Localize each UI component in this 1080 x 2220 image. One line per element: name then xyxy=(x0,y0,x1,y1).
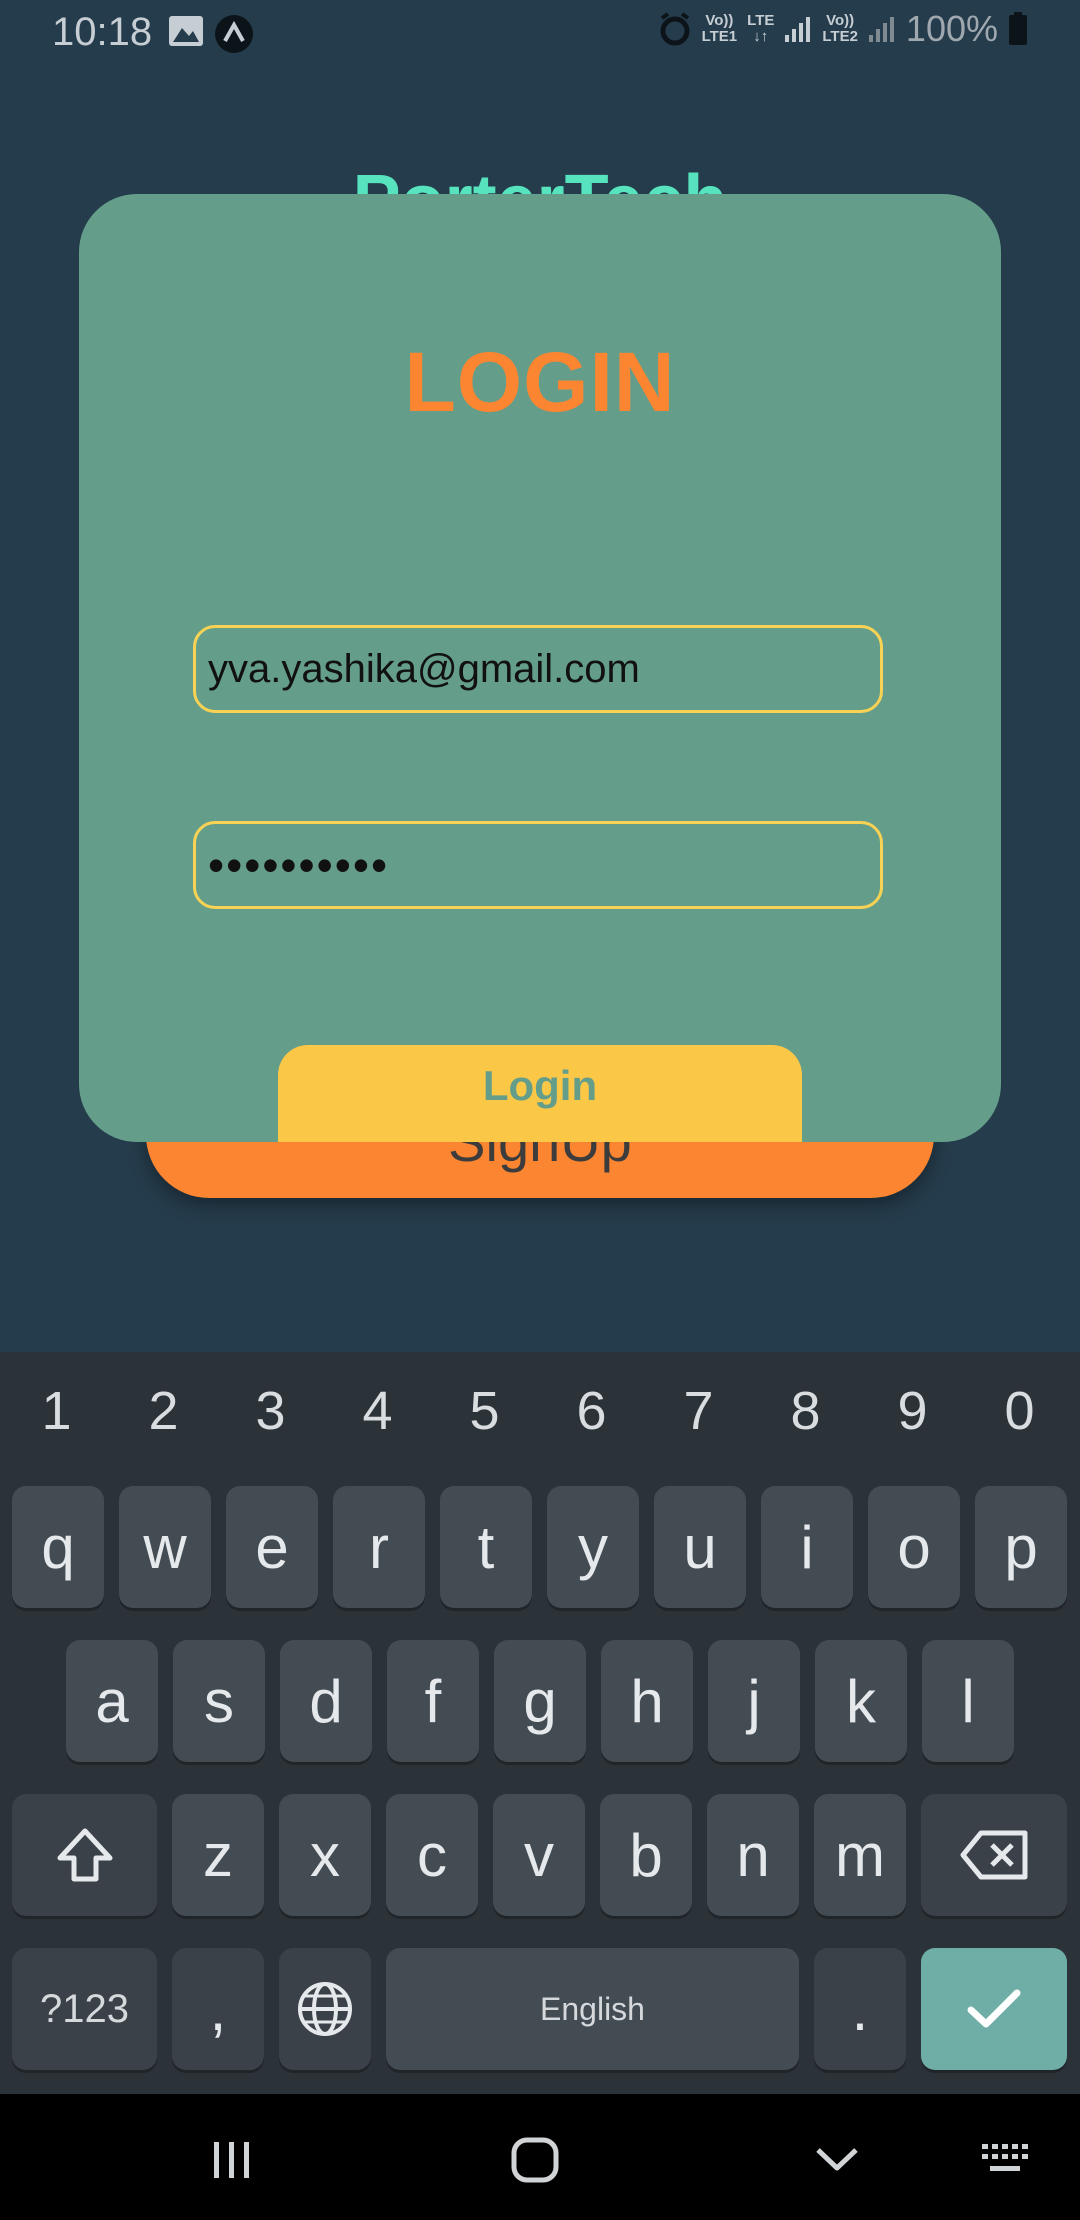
shift-icon xyxy=(57,1828,112,1882)
letter-key[interactable]: k xyxy=(815,1640,907,1762)
number-key[interactable]: 5 xyxy=(431,1380,538,1442)
letter-key[interactable]: q xyxy=(12,1486,104,1608)
email-field[interactable] xyxy=(193,625,883,713)
navigation-bar xyxy=(0,2094,1080,2220)
letter-key[interactable]: z xyxy=(172,1794,264,1916)
alarm-icon xyxy=(660,12,690,46)
letter-key[interactable]: c xyxy=(386,1794,478,1916)
number-key[interactable]: 4 xyxy=(324,1380,431,1442)
soft-keyboard: ?123 , English . 1234567890 qwertyuiop asd… xyxy=(0,1352,1080,2094)
status-time: 10:18 xyxy=(52,10,153,54)
number-key[interactable]: 1 xyxy=(3,1380,110,1442)
letter-key[interactable]: u xyxy=(654,1486,746,1608)
login-heading: LOGIN xyxy=(404,335,676,429)
letter-key[interactable]: o xyxy=(868,1486,960,1608)
status-right-group: Vo)) LTE1 LTE ↓↑ Vo)) LTE2 100% xyxy=(658,8,1028,50)
number-key[interactable]: 3 xyxy=(217,1380,324,1442)
letter-key[interactable]: w xyxy=(119,1486,211,1608)
signal-icon xyxy=(868,17,894,42)
home-icon[interactable] xyxy=(510,2136,560,2184)
letter-key[interactable]: j xyxy=(708,1640,800,1762)
number-key[interactable]: 9 xyxy=(859,1380,966,1442)
letter-key[interactable]: s xyxy=(173,1640,265,1762)
letter-key[interactable]: g xyxy=(494,1640,586,1762)
letter-key[interactable]: p xyxy=(975,1486,1067,1608)
gallery-icon xyxy=(169,16,203,46)
login-button[interactable]: Login xyxy=(278,1045,802,1142)
number-key[interactable]: 8 xyxy=(752,1380,859,1442)
space-key[interactable]: English xyxy=(386,1948,799,2070)
letter-key[interactable]: x xyxy=(279,1794,371,1916)
period-key[interactable]: . xyxy=(814,1948,906,2070)
data-label: LTE ↓↑ xyxy=(747,12,775,45)
language-key[interactable] xyxy=(279,1948,371,2070)
sim1-label: Vo)) LTE1 xyxy=(701,12,738,45)
symbols-key[interactable]: ?123 xyxy=(12,1948,157,2070)
letter-key[interactable]: f xyxy=(387,1640,479,1762)
letter-key[interactable]: m xyxy=(814,1794,906,1916)
status-bar: 10:18 Vo)) LTE1 LTE ↓↑ Vo)) LTE2 100% xyxy=(0,0,1080,66)
letter-key[interactable]: i xyxy=(761,1486,853,1608)
globe-icon xyxy=(298,1982,352,2036)
backspace-key[interactable] xyxy=(921,1794,1067,1916)
letter-key[interactable]: d xyxy=(280,1640,372,1762)
number-key[interactable]: 2 xyxy=(110,1380,217,1442)
letter-key[interactable]: y xyxy=(547,1486,639,1608)
number-key[interactable]: 6 xyxy=(538,1380,645,1442)
battery-icon xyxy=(1009,12,1027,45)
sim2-label: Vo)) LTE2 xyxy=(822,12,858,45)
letter-key[interactable]: v xyxy=(493,1794,585,1916)
shift-key[interactable] xyxy=(12,1794,157,1916)
comma-key[interactable]: , xyxy=(172,1948,264,2070)
enter-key[interactable] xyxy=(921,1948,1067,2070)
keyboard-icon[interactable] xyxy=(980,2142,1032,2176)
letter-key[interactable]: b xyxy=(600,1794,692,1916)
recents-icon[interactable] xyxy=(208,2140,256,2180)
login-modal: LOGIN Login xyxy=(79,194,1001,1142)
letter-key[interactable]: a xyxy=(66,1640,158,1762)
letter-key[interactable]: t xyxy=(440,1486,532,1608)
password-field[interactable] xyxy=(193,821,883,909)
letter-key[interactable]: r xyxy=(333,1486,425,1608)
letter-key[interactable]: e xyxy=(226,1486,318,1608)
backspace-icon xyxy=(960,1830,1028,1880)
signal-icon xyxy=(785,17,811,42)
letter-key[interactable]: h xyxy=(601,1640,693,1762)
letter-key[interactable]: l xyxy=(922,1640,1014,1762)
number-key[interactable]: 0 xyxy=(966,1380,1073,1442)
checkmark-icon xyxy=(967,1989,1021,2028)
battery-percent: 100% xyxy=(905,8,998,49)
back-chevron-icon[interactable] xyxy=(814,2144,860,2174)
app-notification-icon xyxy=(215,15,253,53)
number-key[interactable]: 7 xyxy=(645,1380,752,1442)
letter-key[interactable]: n xyxy=(707,1794,799,1916)
